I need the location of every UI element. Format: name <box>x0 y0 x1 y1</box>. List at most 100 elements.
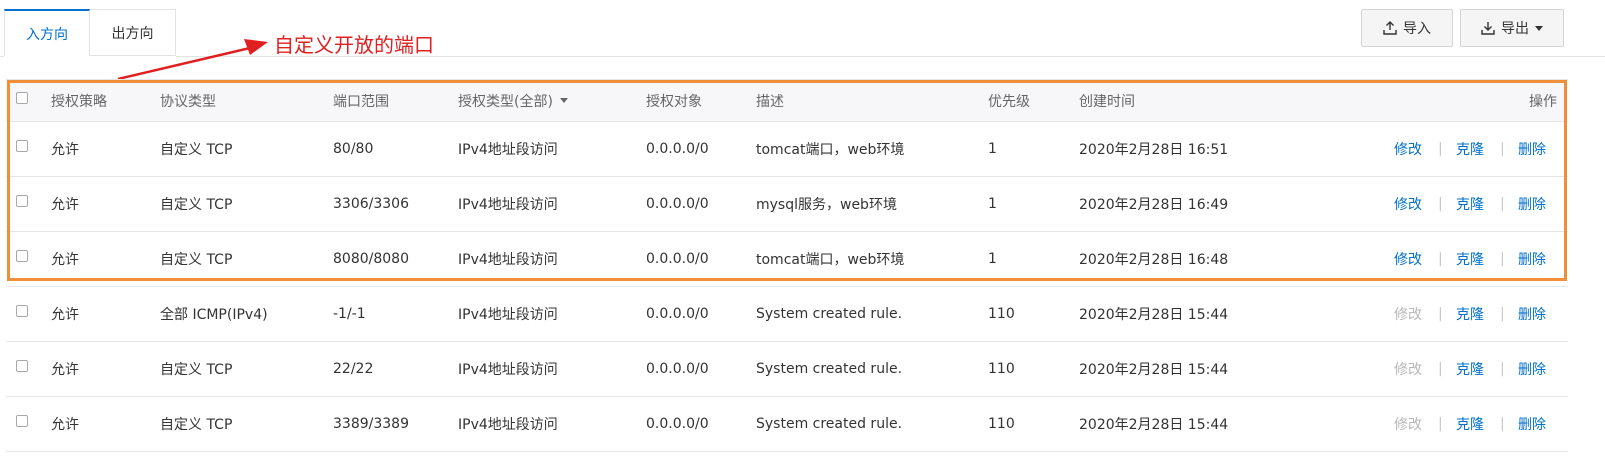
export-button[interactable]: 导出 <box>1460 9 1564 47</box>
clone-link[interactable]: 克隆 <box>1456 287 1484 341</box>
annotation-label: 自定义开放的端口 <box>274 33 434 57</box>
edit-link[interactable]: 修改 <box>1394 122 1422 176</box>
action-separator: | <box>1500 416 1505 432</box>
delete-link[interactable]: 删除 <box>1518 342 1546 396</box>
cell-port: 3306/3306 <box>333 196 409 212</box>
cell-auth-type: IPv4地址段访问 <box>458 417 558 433</box>
cell-port: -1/-1 <box>333 306 366 322</box>
cell-desc: System created rule. <box>756 361 903 377</box>
delete-link[interactable]: 删除 <box>1518 177 1546 231</box>
header-protocol: 协议类型 <box>160 93 216 110</box>
cell-protocol: 自定义 TCP <box>160 362 233 378</box>
table-header: 授权策略 协议类型 端口范围 授权类型(全部) 授权对象 描述 优先级 创建时间… <box>6 79 1568 122</box>
cell-priority: 110 <box>988 416 1015 432</box>
table-row: 允许 自定义 TCP 22/22 IPv4地址段访问 0.0.0.0/0 System c… <box>6 342 1568 397</box>
delete-link[interactable]: 删除 <box>1518 122 1546 176</box>
caret-down-icon <box>559 98 568 103</box>
tab-outbound[interactable]: 出方向 <box>90 9 176 56</box>
cell-policy: 允许 <box>51 307 79 323</box>
table-row: 允许 自定义 TCP 3306/3306 IPv4地址段访问 0.0.0.0/0 mysq… <box>6 177 1568 232</box>
cell-target: 0.0.0.0/0 <box>646 306 709 322</box>
header-actions: 操作 <box>1529 93 1557 110</box>
cell-target: 0.0.0.0/0 <box>646 141 709 157</box>
edit-link: 修改 <box>1394 362 1422 378</box>
row-checkbox[interactable] <box>16 250 28 262</box>
direction-tabs: 入方向 出方向 <box>4 9 176 56</box>
header-created: 创建时间 <box>1079 93 1135 110</box>
row-checkbox[interactable] <box>16 140 28 152</box>
table-row: 允许 全部 ICMP(IPv4) -1/-1 IPv4地址段访问 0.0.0.0/0 Sy… <box>6 287 1568 342</box>
cell-created: 2020年2月28日 15:44 <box>1079 362 1229 378</box>
cell-auth-type: IPv4地址段访问 <box>458 362 558 378</box>
cell-auth-type: IPv4地址段访问 <box>458 142 558 158</box>
delete-link[interactable]: 删除 <box>1518 397 1546 451</box>
cell-protocol: 自定义 TCP <box>160 197 233 213</box>
action-separator: | <box>1500 196 1505 212</box>
cell-protocol: 自定义 TCP <box>160 142 233 158</box>
cell-created: 2020年2月28日 15:44 <box>1079 307 1229 323</box>
cell-priority: 110 <box>988 306 1015 322</box>
cell-target: 0.0.0.0/0 <box>646 361 709 377</box>
action-separator: | <box>1438 361 1443 377</box>
row-checkbox[interactable] <box>16 195 28 207</box>
chevron-down-icon <box>1535 25 1543 31</box>
header-target: 授权对象 <box>646 93 702 110</box>
action-separator: | <box>1500 141 1505 157</box>
action-separator: | <box>1500 251 1505 267</box>
header-policy: 授权策略 <box>51 93 107 110</box>
cell-created: 2020年2月28日 15:44 <box>1079 417 1229 433</box>
action-separator: | <box>1500 361 1505 377</box>
cell-port: 80/80 <box>333 141 374 157</box>
cell-port: 3389/3389 <box>333 416 409 432</box>
table-row: 允许 自定义 TCP 8080/8080 IPv4地址段访问 0.0.0.0/0 tomc… <box>6 232 1568 287</box>
edit-link[interactable]: 修改 <box>1394 177 1422 231</box>
cell-desc: tomcat端口，web环境 <box>756 252 905 268</box>
cell-created: 2020年2月28日 16:51 <box>1079 142 1229 158</box>
cell-auth-type: IPv4地址段访问 <box>458 307 558 323</box>
import-label: 导入 <box>1403 21 1431 37</box>
upload-icon <box>1383 21 1397 35</box>
action-separator: | <box>1438 141 1443 157</box>
action-separator: | <box>1438 306 1443 322</box>
edit-link: 修改 <box>1394 417 1422 433</box>
table-row: 允许 自定义 TCP 80/80 IPv4地址段访问 0.0.0.0/0 tomcat端口… <box>6 122 1568 177</box>
cell-desc: System created rule. <box>756 306 903 322</box>
delete-link[interactable]: 删除 <box>1518 287 1546 341</box>
cell-port: 22/22 <box>333 361 374 377</box>
clone-link[interactable]: 克隆 <box>1456 342 1484 396</box>
delete-link[interactable]: 删除 <box>1518 232 1546 286</box>
clone-link[interactable]: 克隆 <box>1456 232 1484 286</box>
header-port: 端口范围 <box>333 93 389 110</box>
action-separator: | <box>1438 416 1443 432</box>
clone-link[interactable]: 克隆 <box>1456 397 1484 451</box>
cell-created: 2020年2月28日 16:49 <box>1079 197 1229 213</box>
action-separator: | <box>1500 306 1505 322</box>
cell-created: 2020年2月28日 16:48 <box>1079 252 1229 268</box>
cell-auth-type: IPv4地址段访问 <box>458 197 558 213</box>
row-checkbox[interactable] <box>16 305 28 317</box>
cell-protocol: 自定义 TCP <box>160 417 233 433</box>
header-priority: 优先级 <box>988 93 1030 110</box>
select-all-checkbox[interactable] <box>16 92 28 104</box>
tab-inbound[interactable]: 入方向 <box>4 9 90 56</box>
cell-desc: System created rule. <box>756 416 903 432</box>
header-auth-type[interactable]: 授权类型(全部) <box>458 80 568 121</box>
action-separator: | <box>1438 251 1443 267</box>
cell-desc: tomcat端口，web环境 <box>756 142 905 158</box>
tab-divider <box>0 56 4 57</box>
download-icon <box>1481 22 1495 35</box>
edit-link: 修改 <box>1394 307 1422 323</box>
cell-port: 8080/8080 <box>333 251 409 267</box>
cell-policy: 允许 <box>51 417 79 433</box>
row-checkbox[interactable] <box>16 360 28 372</box>
clone-link[interactable]: 克隆 <box>1456 122 1484 176</box>
import-button[interactable]: 导入 <box>1361 9 1453 47</box>
clone-link[interactable]: 克隆 <box>1456 177 1484 231</box>
edit-link[interactable]: 修改 <box>1394 232 1422 286</box>
cell-priority: 110 <box>988 361 1015 377</box>
cell-target: 0.0.0.0/0 <box>646 196 709 212</box>
cell-auth-type: IPv4地址段访问 <box>458 252 558 268</box>
export-label: 导出 <box>1501 21 1529 37</box>
row-checkbox[interactable] <box>16 415 28 427</box>
header-auth-type-label: 授权类型(全部) <box>458 93 553 110</box>
